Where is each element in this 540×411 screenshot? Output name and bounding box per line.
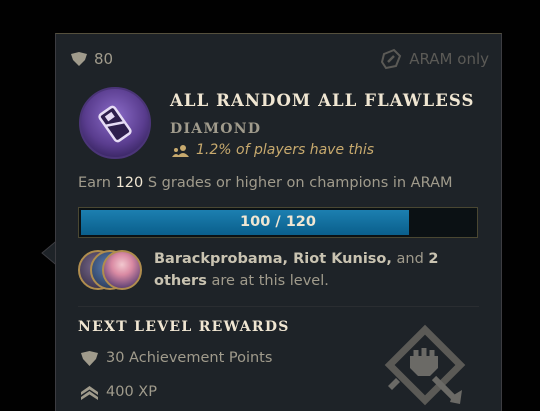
description-prefix: Earn — [78, 175, 116, 191]
progress-label: 100 / 120 — [240, 214, 316, 230]
achievement-description: Earn 120 S grades or higher on champions… — [78, 175, 453, 191]
friends-suffix: are at this level. — [206, 273, 329, 289]
achievement-points-icon — [81, 350, 98, 366]
description-suffix: S grades or higher on champions in ARAM — [143, 175, 453, 191]
mode-restriction: ARAM only — [380, 48, 489, 70]
friend-avatars[interactable] — [78, 250, 144, 294]
players-icon — [172, 144, 189, 157]
mode-restriction-label: ARAM only — [409, 50, 489, 68]
achievement-points-value: 80 — [94, 50, 114, 68]
tooltip-header: 80 ARAM only — [70, 48, 489, 70]
progress-bar: 100 / 120 — [78, 207, 478, 238]
rarity-text: 1.2% of players have this — [196, 142, 375, 158]
rarity-line: 1.2% of players have this — [172, 142, 374, 158]
achievement-tooltip: 80 ARAM only ALL RANDOM ALL FLAWLESS DIA… — [55, 33, 502, 411]
friends-at-level: Barackprobama, Riot Kuniso, and 2 others … — [154, 248, 474, 292]
diamond-crest-icon — [79, 87, 151, 159]
friend-names: Barackprobama, Riot Kuniso, — [154, 251, 392, 267]
avatar[interactable] — [102, 250, 142, 290]
rewards-title: NEXT LEVEL REWARDS — [78, 319, 290, 335]
reward-xp: 400 XP — [80, 384, 157, 400]
reward-emblem-icon — [384, 324, 466, 406]
achievement-points-icon — [71, 52, 87, 66]
achievement-title: ALL RANDOM ALL FLAWLESS — [170, 91, 475, 110]
divider — [78, 306, 479, 307]
reward-label: 400 XP — [106, 384, 157, 400]
friends-others-count: 2 — [428, 251, 439, 267]
aram-mode-icon — [381, 48, 402, 70]
reward-label: 30 Achievement Points — [106, 350, 273, 366]
achievement-tier: DIAMOND — [170, 121, 262, 137]
achievement-points: 80 — [70, 50, 113, 68]
friends-and: and — [391, 251, 429, 267]
xp-chevron-icon — [81, 385, 98, 400]
friends-others-word: others — [154, 273, 207, 289]
reward-achievement-points: 30 Achievement Points — [80, 350, 272, 366]
description-count: 120 — [115, 175, 144, 191]
